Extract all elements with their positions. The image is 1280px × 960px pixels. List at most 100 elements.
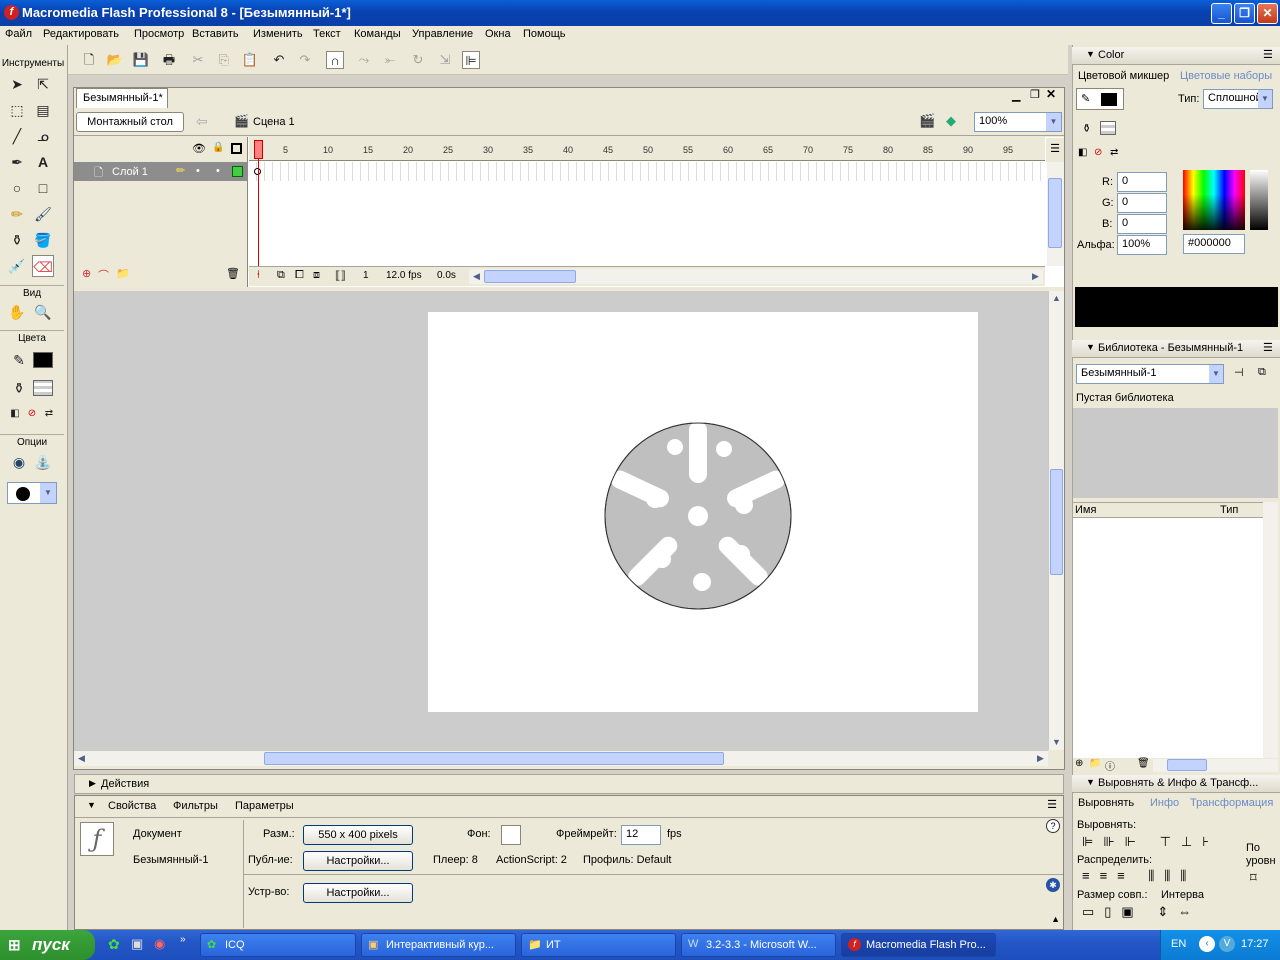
eraser-shape-select[interactable]: ▼ (7, 482, 57, 504)
menu-file[interactable]: Файл (5, 28, 32, 40)
frames-row[interactable] (249, 162, 1045, 181)
tray-arrow-icon[interactable]: ‹ (1199, 936, 1215, 952)
pen-tool-icon[interactable]: ✒ (6, 151, 28, 173)
timeline-hscroll[interactable]: ◀ ▶ (469, 269, 1043, 284)
outline-color-swatch[interactable] (232, 166, 243, 177)
scroll-thumb[interactable] (484, 270, 576, 283)
task-flash[interactable]: f Macromedia Flash Pro... (841, 933, 996, 957)
r-input[interactable]: 0 (1117, 172, 1167, 192)
rectangle-tool-icon[interactable]: □ (32, 177, 54, 199)
menu-commands[interactable]: Команды (354, 28, 401, 40)
tab-color-swatches[interactable]: Цветовые наборы (1180, 70, 1272, 82)
fill-transform-icon[interactable]: ▤ (32, 99, 54, 121)
paint-bucket-icon[interactable]: 🪣 (32, 229, 54, 251)
paste-icon[interactable]: 📋 (241, 51, 259, 69)
timeline-toggle-button[interactable]: Монтажный стол (76, 112, 184, 132)
timeline-vscroll[interactable] (1047, 162, 1064, 266)
align-toggle-icon[interactable]: ⊫ (462, 51, 480, 69)
stage[interactable] (428, 312, 978, 712)
new-folder-icon[interactable]: 📁 (1089, 758, 1101, 769)
eye-icon[interactable]: 👁 (192, 142, 206, 155)
onion-outline-icon[interactable]: ⧠ (295, 269, 304, 282)
scroll-up-icon[interactable]: ▲ (1049, 291, 1064, 306)
publish-settings-button[interactable]: Настройки... (303, 851, 413, 871)
scale-icon[interactable]: ⇲ (436, 51, 454, 69)
swap-colors-icon[interactable]: ⇄ (38, 403, 60, 425)
straighten-icon[interactable]: ⤜ (381, 51, 399, 69)
modify-markers-icon[interactable]: ⟦⟧ (335, 269, 346, 282)
lasso-tool-icon[interactable]: ᓄ (32, 125, 54, 147)
panel-menu-icon[interactable]: ☰ (1263, 341, 1273, 354)
menu-insert[interactable]: Вставить (192, 28, 239, 40)
visibility-dot[interactable]: • (196, 165, 200, 177)
delete-layer-icon[interactable]: 🗑 (226, 267, 240, 280)
document-tab[interactable]: Безымянный-1* (76, 88, 168, 108)
language-indicator[interactable]: EN (1171, 938, 1186, 950)
scroll-thumb[interactable] (264, 752, 724, 765)
actions-panel-header[interactable]: ▶ Действия (74, 774, 1064, 794)
panel-menu-icon[interactable]: ☰ (1047, 798, 1057, 811)
stage-hscroll[interactable]: ◀ ▶ (74, 750, 1048, 766)
align-panel-header[interactable]: Выровнять & Инфо & Трансф... (1072, 775, 1280, 793)
g-input[interactable]: 0 (1117, 193, 1167, 213)
stage-vscroll[interactable]: ▲ ▼ (1048, 291, 1064, 750)
menu-text[interactable]: Текст (313, 28, 341, 40)
menu-edit[interactable]: Редактировать (43, 28, 119, 40)
layer-name[interactable]: Слой 1 (112, 166, 148, 178)
default-colors-icon[interactable]: ◧ (1078, 147, 1087, 158)
expand-panel-icon[interactable]: ▲ (1051, 914, 1060, 924)
text-tool-icon[interactable]: A (32, 151, 54, 173)
tab-properties[interactable]: Свойства (108, 800, 156, 812)
library-hscroll[interactable] (1153, 759, 1278, 772)
new-symbol-icon[interactable]: ⊕ (1075, 758, 1083, 769)
tab-filters[interactable]: Фильтры (173, 800, 218, 812)
line-tool-icon[interactable]: ╱ (6, 125, 28, 147)
align-buttons[interactable]: ⊫⊪⊩ ⊤⊥⊦ (1082, 834, 1232, 850)
bucket-icon[interactable]: ⚱ (1082, 122, 1091, 135)
size-button[interactable]: 550 x 400 pixels (303, 825, 413, 845)
accessibility-icon[interactable]: ✱ (1046, 878, 1060, 892)
maximize-button[interactable]: ❐ (1234, 3, 1255, 24)
new-file-icon[interactable]: 🗋 (80, 51, 98, 69)
fill-color-swatch[interactable] (33, 380, 53, 396)
print-icon[interactable]: 🖶 (160, 51, 178, 69)
menu-view[interactable]: Просмотр (134, 28, 184, 40)
scroll-right-icon[interactable]: ▶ (1028, 269, 1043, 284)
edit-scene-icon[interactable]: 🎬 (919, 113, 935, 129)
wheel-shape[interactable] (604, 421, 792, 610)
edit-symbol-icon[interactable]: ◆ (946, 113, 956, 129)
fill-color-icon[interactable]: ⚱ (8, 377, 30, 399)
hand-tool-icon[interactable]: ✋ (6, 301, 28, 323)
library-select[interactable]: Безымянный-1 ▼ (1076, 364, 1224, 384)
scroll-left-icon[interactable]: ◀ (74, 751, 89, 766)
redo-icon[interactable]: ↷ (296, 51, 314, 69)
alpha-input[interactable]: 100% (1117, 235, 1167, 255)
color-spectrum[interactable] (1183, 170, 1245, 230)
faucet-icon[interactable]: ⛲ (32, 451, 54, 473)
scroll-thumb[interactable] (1050, 469, 1063, 575)
layer-row[interactable]: 🗋 Слой 1 ✏ • • (74, 162, 248, 181)
center-frame-icon[interactable]: ⍿ (257, 269, 260, 282)
back-arrow-icon[interactable]: ⇦ (196, 113, 208, 130)
oval-tool-icon[interactable]: ○ (6, 177, 28, 199)
add-guide-layer-icon[interactable]: ⌒ (98, 267, 109, 283)
panel-menu-icon[interactable]: ☰ (1263, 48, 1273, 61)
delete-icon[interactable]: 🗑 (1137, 758, 1150, 769)
minimize-button[interactable]: _ (1211, 3, 1232, 24)
smooth-icon[interactable]: ⤳ (355, 51, 373, 69)
free-transform-icon[interactable]: ⬚ (6, 99, 28, 121)
collapse-icon[interactable]: ▼ (87, 800, 96, 810)
help-icon[interactable]: ? (1046, 819, 1060, 833)
scroll-right-icon[interactable]: ▶ (1033, 751, 1048, 766)
pin-library-icon[interactable]: ⊣ (1234, 366, 1244, 379)
edit-multiple-icon[interactable]: ⧈ (313, 269, 320, 282)
add-layer-icon[interactable]: ⊕ (82, 267, 91, 280)
close-button[interactable]: ✕ (1257, 3, 1278, 24)
doc-minimize-icon[interactable]: ▁ (1012, 89, 1020, 102)
icq-quicklaunch-icon[interactable]: ✿ (108, 936, 120, 953)
tab-transform[interactable]: Трансформация (1190, 797, 1273, 809)
quicklaunch-icon[interactable]: ▣ (131, 936, 143, 952)
stroke-color-icon[interactable]: ✎ (8, 349, 30, 371)
stroke-color-swatch[interactable] (33, 352, 53, 368)
library-vscroll[interactable] (1263, 502, 1278, 758)
